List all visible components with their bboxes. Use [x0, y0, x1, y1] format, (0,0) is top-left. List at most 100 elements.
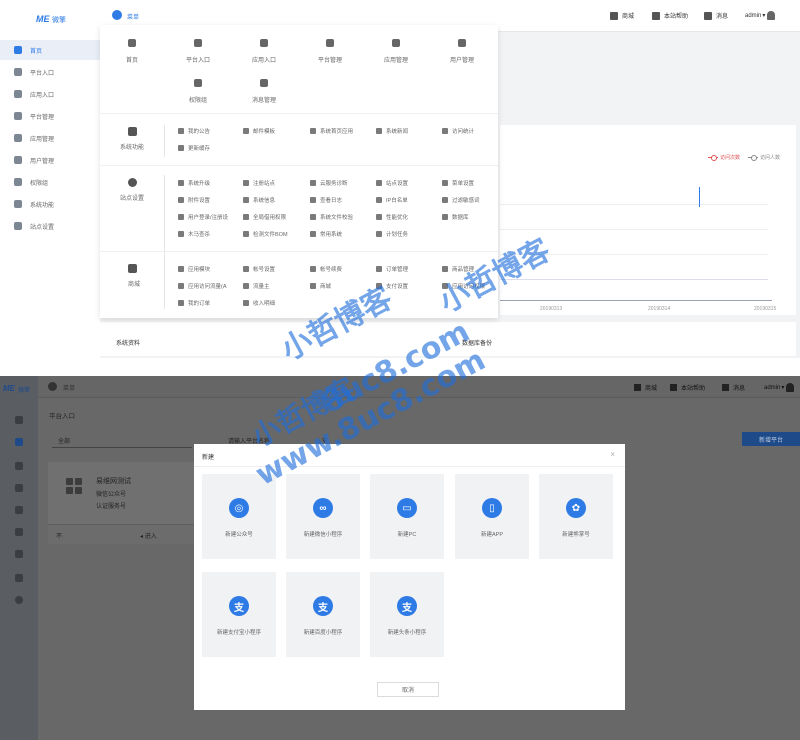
- menu-icon[interactable]: [112, 10, 122, 20]
- user-menu[interactable]: admin ▾: [745, 11, 776, 20]
- notice-link[interactable]: 消息: [704, 11, 728, 20]
- menu-label[interactable]: 菜单: [63, 383, 75, 392]
- close-icon[interactable]: ×: [610, 450, 615, 459]
- screenshot-top: ME 微擎 首页 平台入口 应用入口 平台管理 应用管理 用户管理 权限组 系统…: [0, 0, 800, 358]
- menu-item[interactable]: 帐号续费: [310, 265, 342, 273]
- menu-item[interactable]: 常用系统: [310, 230, 342, 238]
- cancel-button[interactable]: 取消: [377, 682, 439, 697]
- menu-item[interactable]: 计划任务: [376, 230, 408, 238]
- monitor-icon[interactable]: [15, 574, 23, 582]
- tile-new-xiongzhang[interactable]: ✿ 新建熊掌号: [539, 474, 613, 559]
- sidebar-item-permission-group[interactable]: 权限组: [0, 172, 100, 192]
- menu-item[interactable]: 查看日志: [310, 196, 342, 204]
- menu-item[interactable]: 全局借用权限: [243, 213, 286, 221]
- mega-top-user-manage[interactable]: 用户管理: [432, 39, 492, 64]
- user-key-icon[interactable]: [15, 550, 23, 558]
- menu-item[interactable]: 更新缓存: [178, 144, 210, 152]
- type-select[interactable]: 全部: [58, 434, 70, 446]
- mega-top-app-manage[interactable]: 应用管理: [366, 39, 426, 64]
- logo-mark: ME: [3, 384, 15, 393]
- menu-icon[interactable]: [48, 382, 57, 391]
- tile-new-toutiao-mini[interactable]: 支新建头条小程序: [370, 572, 444, 657]
- sidebar-item-app-manage[interactable]: 应用管理: [0, 128, 100, 148]
- menu-item[interactable]: 邮件模板: [243, 127, 275, 135]
- home-icon[interactable]: [15, 416, 23, 424]
- mega-top-home[interactable]: 首页: [102, 39, 162, 64]
- menu-item[interactable]: 过滤敏感词: [442, 196, 480, 204]
- menu-item[interactable]: 帐号设置: [243, 265, 275, 273]
- sidebar: 首页 平台入口 应用入口 平台管理 应用管理 用户管理 权限组 系统功能 站点设…: [0, 38, 100, 358]
- menu-item[interactable]: 我的公告: [178, 127, 210, 135]
- menu-item[interactable]: 注册站点: [243, 179, 275, 187]
- help-icon: [652, 11, 660, 20]
- user-key-icon: [194, 79, 202, 87]
- menu-item[interactable]: 系统升级: [178, 179, 210, 187]
- menu-item[interactable]: 站点设置: [376, 179, 408, 187]
- sidebar-item-app-entry[interactable]: 应用入口: [0, 84, 100, 104]
- tile-new-baidu-mini[interactable]: 支新建百度小程序: [286, 572, 360, 657]
- pc-icon: ▭: [397, 498, 417, 518]
- tile-new-app[interactable]: ▯ 新建APP: [455, 474, 529, 559]
- menu-item[interactable]: 木马查杀: [178, 230, 210, 238]
- sidebar-item-site-settings[interactable]: 站点设置: [0, 216, 100, 236]
- sidebar-item-platform-entry[interactable]: 平台入口: [0, 62, 100, 82]
- help-link[interactable]: 本站帮助: [652, 11, 688, 20]
- tile-new-pc[interactable]: ▭ 新建PC: [370, 474, 444, 559]
- tile-new-alipay-mini[interactable]: 支新建支付宝小程序: [202, 572, 276, 657]
- new-platform-button[interactable]: 新增平台: [742, 432, 800, 446]
- menu-label[interactable]: 菜单: [127, 12, 139, 21]
- divider: [100, 251, 498, 252]
- alipay-icon: 支: [313, 596, 333, 616]
- section-system-label: 系统功能: [120, 145, 145, 151]
- mega-top-app-entry[interactable]: 应用入口: [234, 39, 294, 64]
- cube-icon[interactable]: [15, 462, 23, 470]
- legend-visitors: 访问人数: [748, 154, 780, 161]
- shop-link[interactable]: 商城: [610, 11, 634, 20]
- menu-item[interactable]: 菜单设置: [442, 179, 474, 187]
- user-gear-icon[interactable]: [15, 528, 23, 536]
- menu-item[interactable]: IP白名单: [376, 196, 408, 204]
- section-divider: [164, 175, 165, 263]
- menu-item[interactable]: 性能优化: [376, 213, 408, 221]
- menu-item[interactable]: 云服务诊断: [310, 179, 348, 187]
- mega-top-message[interactable]: 消息管理: [234, 79, 294, 104]
- shop-icon: [128, 264, 137, 273]
- menu-item[interactable]: 检测文件BOM: [243, 230, 288, 238]
- notice-link[interactable]: 消息: [722, 383, 745, 392]
- menu-item[interactable]: 附件设置: [178, 196, 210, 204]
- tile-new-wechat-mini[interactable]: ∞ 新建微信小程序: [286, 474, 360, 559]
- menu-item[interactable]: 订单管理: [376, 265, 408, 273]
- menu-item[interactable]: 应用模块: [178, 265, 210, 273]
- app-gear-icon[interactable]: [15, 506, 23, 514]
- enter-link[interactable]: ◂ 进入: [140, 531, 157, 540]
- menu-item[interactable]: 用户登录/注册设: [178, 213, 228, 221]
- app-gear-icon: [392, 39, 400, 47]
- menu-item[interactable]: 访问统计: [442, 127, 474, 135]
- sidebar-item-system[interactable]: 系统功能: [0, 194, 100, 214]
- menu-item[interactable]: 系统文件校验: [310, 213, 353, 221]
- menu-item[interactable]: 流量主: [243, 282, 270, 290]
- menu-item[interactable]: 应用访问流量(A: [178, 282, 227, 290]
- menu-item[interactable]: 数据库: [442, 213, 469, 221]
- mega-top-platform-manage[interactable]: 平台管理: [300, 39, 360, 64]
- sidebar-item-home[interactable]: 首页: [0, 40, 100, 60]
- mega-top-platform-entry[interactable]: 平台入口: [168, 39, 228, 64]
- mini-program-icon: ∞: [313, 498, 333, 518]
- sidebar-item-user-manage[interactable]: 用户管理: [0, 150, 100, 170]
- menu-item[interactable]: 系统新闻: [376, 127, 408, 135]
- menu-item[interactable]: 收入明细: [243, 299, 275, 307]
- shop-link[interactable]: 商城: [634, 383, 657, 392]
- sidebar-item-platform-manage[interactable]: 平台管理: [0, 106, 100, 126]
- breadcrumb: 平台入口: [49, 413, 75, 420]
- menu-item[interactable]: 系统信息: [243, 196, 275, 204]
- globe-icon[interactable]: [15, 596, 23, 604]
- help-link[interactable]: 本站帮助: [670, 383, 705, 392]
- menu-item[interactable]: 系统首页应用: [310, 127, 353, 135]
- bell-icon: [260, 79, 268, 87]
- apps-icon[interactable]: [15, 484, 23, 492]
- menu-item[interactable]: 商城: [310, 282, 331, 290]
- mega-top-permission[interactable]: 权限组: [168, 79, 228, 104]
- menu-item[interactable]: 我的订单: [178, 299, 210, 307]
- grid-icon[interactable]: [15, 438, 23, 446]
- user-menu[interactable]: admin ▾: [764, 383, 795, 392]
